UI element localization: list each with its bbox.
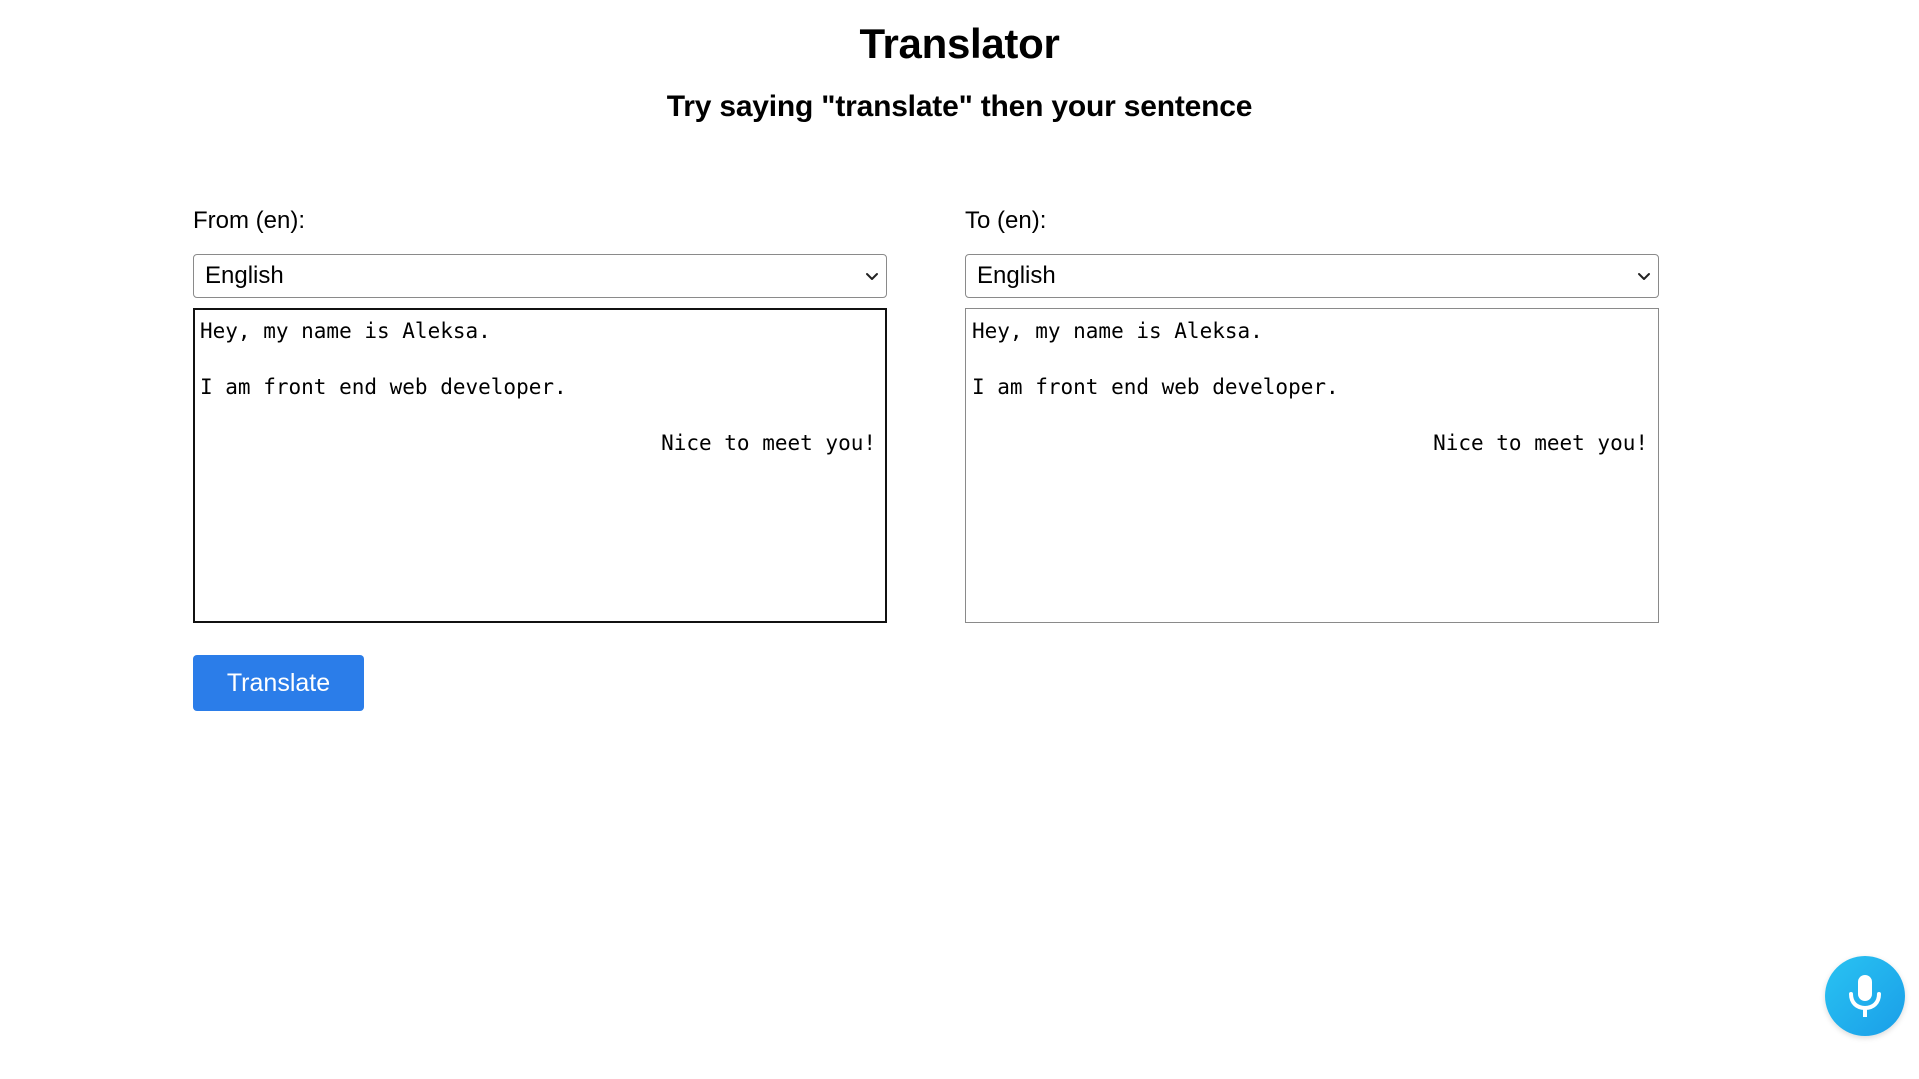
chevron-down-icon — [866, 273, 878, 280]
from-label: From (en): — [193, 207, 306, 234]
to-text-line — [972, 401, 1648, 429]
from-text-line: Hey, my name is Aleksa. — [200, 319, 491, 343]
microphone-icon — [1849, 975, 1881, 1017]
to-text-output[interactable]: Hey, my name is Aleksa. I am front end w… — [965, 308, 1659, 623]
from-text-line — [200, 345, 876, 373]
from-language-select[interactable]: English — [193, 254, 887, 298]
from-text-line: Nice to meet you! — [661, 431, 876, 455]
to-text-line: Nice to meet you! — [1433, 431, 1648, 455]
to-label: To (en): — [965, 207, 1047, 234]
to-panel: To (en): English Hey, my name is Aleksa.… — [965, 207, 1659, 623]
translator-page: Translator Try saying "translate" then y… — [0, 0, 1919, 1079]
to-text-line: Hey, my name is Aleksa. — [972, 319, 1263, 343]
from-panel: From (en): English Hey, my name is Aleks… — [193, 207, 887, 623]
to-text-line: I am front end web developer. — [972, 375, 1339, 399]
chevron-down-icon — [1638, 273, 1650, 280]
to-language-select[interactable]: English — [965, 254, 1659, 298]
from-text-line: I am front end web developer. — [200, 375, 567, 399]
to-language-value: English — [977, 262, 1056, 289]
from-text-line — [200, 401, 876, 429]
page-subtitle: Try saying "translate" then your sentenc… — [666, 90, 1253, 123]
page-title: Translator — [859, 20, 1060, 67]
from-text-input[interactable]: Hey, my name is Aleksa. I am front end w… — [193, 308, 887, 623]
translate-button[interactable]: Translate — [193, 655, 364, 711]
from-language-value: English — [205, 262, 284, 289]
microphone-button[interactable] — [1825, 956, 1905, 1036]
to-text-line — [972, 345, 1648, 373]
